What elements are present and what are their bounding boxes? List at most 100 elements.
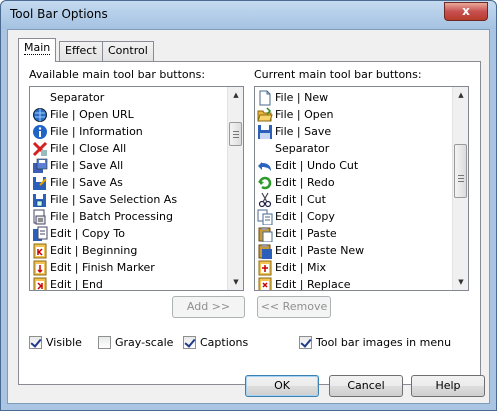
finish-marker-icon (32, 260, 48, 276)
new-file-icon (257, 90, 273, 106)
scroll-thumb[interactable] (454, 143, 467, 198)
list-item[interactable]: Edit | Cut (257, 191, 452, 208)
list-item[interactable]: Edit | Replace (257, 276, 452, 291)
list-item[interactable]: Separator (257, 140, 452, 157)
list-item[interactable]: File | Save As (32, 174, 227, 191)
copy-icon (257, 209, 273, 225)
list-item[interactable]: File | Open URL (32, 106, 227, 123)
ok-button[interactable]: OK (245, 375, 319, 397)
scroll-down-arrow-icon[interactable]: ▼ (228, 274, 243, 290)
list-item-label: File | New (275, 91, 329, 104)
redo-icon (257, 175, 273, 191)
add-button[interactable]: Add >> (172, 296, 245, 318)
list-item-label: Edit | Redo (275, 176, 335, 189)
list-item[interactable]: Edit | Copy (257, 208, 452, 225)
tab-main-label: Main (24, 41, 51, 55)
copy-to-icon (32, 226, 48, 242)
list-item[interactable]: Edit | Finish Marker (32, 259, 227, 276)
list-item[interactable]: File | Information (32, 123, 227, 140)
gray-scale-checkbox-box[interactable] (98, 335, 111, 349)
visible-checkbox[interactable]: Visible (29, 335, 82, 349)
grip-line (233, 137, 239, 139)
list-item-label: Edit | Replace (275, 278, 351, 291)
list-item-label: Edit | Copy To (50, 227, 125, 240)
list-item[interactable]: File | Save All (32, 157, 227, 174)
list-item-label: File | Save (275, 125, 332, 138)
list-item[interactable]: File | Close All (32, 140, 227, 157)
list-item[interactable]: Edit | Mix (257, 259, 452, 276)
tab-effect-label: Effect (65, 44, 97, 57)
grip-line (233, 134, 239, 136)
close-button[interactable]: x (444, 2, 488, 21)
current-buttons-list[interactable]: File | New File | Open File | Save Separato… (254, 86, 469, 291)
list-item[interactable]: File | Save (257, 123, 452, 140)
undo-icon (257, 158, 273, 174)
help-button[interactable]: Help (411, 375, 485, 397)
remove-button[interactable]: << Remove (257, 296, 331, 318)
list-item-label: Edit | Beginning (50, 244, 138, 257)
beginning-icon (32, 243, 48, 259)
captions-checkbox-label: Captions (200, 335, 249, 349)
scroll-up-arrow-icon[interactable]: ▲ (453, 87, 468, 103)
tab-control-label: Control (108, 44, 148, 57)
list-item-label: Separator (50, 91, 105, 104)
list-item[interactable]: File | Save Selection As (32, 191, 227, 208)
list-item[interactable]: Edit | Undo Cut (257, 157, 452, 174)
visible-checkbox-box[interactable] (29, 335, 42, 349)
captions-checkbox[interactable]: Captions (183, 335, 248, 349)
available-buttons-list[interactable]: Separator File | Open URL File | Informati… (29, 86, 244, 291)
list-item-label: Edit | End (50, 278, 103, 291)
captions-checkbox-box[interactable] (183, 335, 196, 349)
list-item[interactable]: Edit | Paste (257, 225, 452, 242)
save-selection-icon (32, 192, 48, 208)
grip-line (458, 177, 464, 179)
tab-main[interactable]: Main (18, 38, 57, 62)
save-all-icon (32, 158, 48, 174)
globe-icon (32, 107, 48, 123)
list-item-label: File | Open (275, 108, 334, 121)
save-as-icon (32, 175, 48, 191)
list-item-label: Edit | Cut (275, 193, 326, 206)
list-item-label: Edit | Mix (275, 261, 327, 274)
list-item[interactable]: Separator (32, 89, 227, 106)
list-item-label: Edit | Finish Marker (50, 261, 155, 274)
tab-effect[interactable]: Effect (59, 41, 103, 61)
scroll-thumb[interactable] (229, 122, 242, 147)
list-item[interactable]: Edit | Copy To (32, 225, 227, 242)
grip-line (458, 174, 464, 176)
dialog-client-area: Main Effect Control Available main tool … (7, 29, 490, 404)
list-item-label: File | Save All (50, 159, 124, 172)
list-item[interactable]: File | Batch Processing (32, 208, 227, 225)
paste-icon (257, 226, 273, 242)
batch-icon (32, 209, 48, 225)
cancel-button[interactable]: Cancel (329, 375, 403, 397)
available-items: Separator File | Open URL File | Informati… (32, 89, 227, 291)
available-scrollbar[interactable]: ▲ ▼ (227, 87, 243, 290)
end-icon (32, 277, 48, 290)
list-item[interactable]: Edit | Redo (257, 174, 452, 191)
tab-control[interactable]: Control (102, 41, 154, 61)
save-icon (257, 124, 273, 140)
list-item-label: Edit | Copy (275, 210, 335, 223)
list-item[interactable]: Edit | Paste New (257, 242, 452, 259)
current-scrollbar[interactable]: ▲ ▼ (452, 87, 468, 290)
list-item[interactable]: Edit | Beginning (32, 242, 227, 259)
tool-bar-images-in-menu-checkbox[interactable]: Tool bar images in menu (299, 335, 451, 349)
title-bar[interactable]: Tool Bar Options x (1, 1, 496, 29)
list-item-label: File | Open URL (50, 108, 134, 121)
list-item[interactable]: File | Open (257, 106, 452, 123)
scroll-down-arrow-icon[interactable]: ▼ (453, 274, 468, 290)
tool-bar-images-in-menu-checkbox-box[interactable] (299, 335, 312, 349)
current-list-title: Current main tool bar buttons: (254, 68, 422, 81)
gray-scale-checkbox[interactable]: Gray-scale (98, 335, 173, 349)
list-item[interactable]: Edit | End (32, 276, 227, 291)
cut-icon (257, 192, 273, 208)
close-all-icon (32, 141, 48, 157)
scroll-up-arrow-icon[interactable]: ▲ (228, 87, 243, 103)
open-folder-icon (257, 106, 273, 123)
list-item-label: Separator (275, 142, 330, 155)
replace-icon (257, 277, 273, 290)
list-item[interactable]: File | New (257, 89, 452, 106)
window-title: Tool Bar Options (10, 7, 108, 21)
list-item-label: Edit | Paste (275, 227, 337, 240)
